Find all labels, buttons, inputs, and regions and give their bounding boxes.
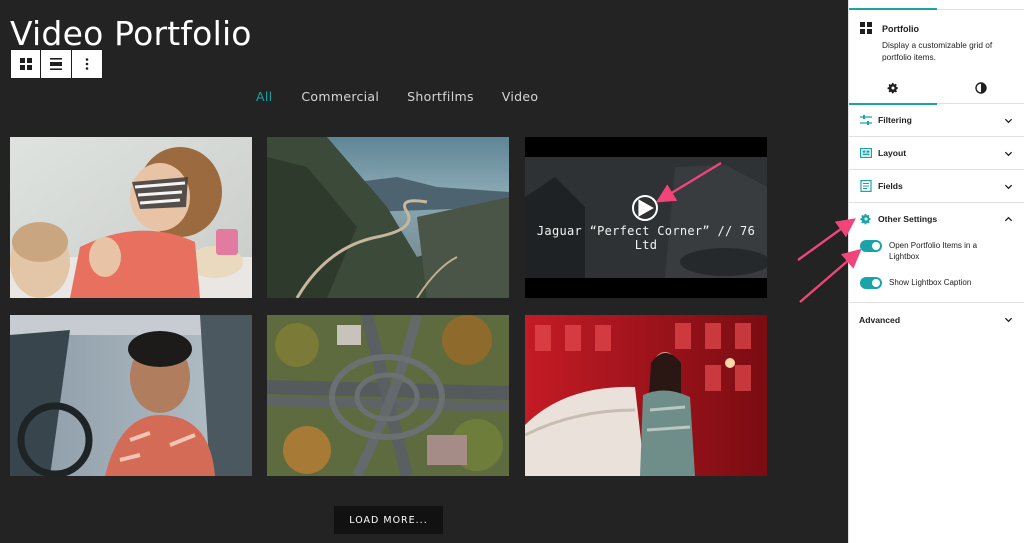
inspector-tabs <box>849 72 1024 105</box>
filter-video[interactable]: Video <box>502 89 539 104</box>
block-toolbar <box>10 49 103 79</box>
filter-commercial[interactable]: Commercial <box>301 89 379 104</box>
panel-other-settings-header[interactable]: Other Settings <box>849 203 1024 235</box>
chevron-down-icon <box>1004 184 1013 190</box>
portfolio-item-video[interactable]: Jaguar “Perfect Corner” // 76 Ltd <box>525 137 767 298</box>
load-more-button[interactable]: LOAD MORE... <box>334 506 443 534</box>
sliders-icon <box>860 115 872 125</box>
block-type-button[interactable] <box>11 50 42 78</box>
panel-filtering[interactable]: Filtering <box>849 104 1024 137</box>
settings-sidebar: Portfolio Display a customizable grid of… <box>848 0 1024 543</box>
panel-advanced[interactable]: Advanced <box>849 303 1024 336</box>
play-icon <box>638 199 654 217</box>
panel-label: Advanced <box>859 314 901 325</box>
portfolio-thumbnail <box>10 137 252 298</box>
chevron-down-icon <box>1004 118 1013 124</box>
page-title[interactable]: Video Portfolio <box>10 14 252 53</box>
filter-shortfilms[interactable]: Shortfilms <box>407 89 474 104</box>
align-button[interactable] <box>41 50 72 78</box>
portfolio-thumbnail <box>267 137 509 298</box>
sidebar-top-tabs <box>849 0 1024 10</box>
portfolio-item-mountain-road[interactable] <box>267 137 509 298</box>
play-button[interactable] <box>632 195 658 221</box>
portfolio-thumbnail <box>525 315 767 476</box>
chevron-down-icon <box>1004 317 1013 323</box>
panel-other-settings: Other Settings Open Portfolio Items in a… <box>849 203 1024 303</box>
layout-icon <box>860 148 872 159</box>
portfolio-thumbnail <box>10 315 252 476</box>
video-title: Jaguar “Perfect Corner” // 76 Ltd <box>536 224 756 252</box>
panel-layout[interactable]: Layout <box>849 137 1024 170</box>
more-options-icon <box>85 58 89 70</box>
chevron-down-icon <box>1004 151 1013 157</box>
filter-all[interactable]: All <box>256 89 272 104</box>
portfolio-item-highway[interactable] <box>267 315 509 476</box>
portfolio-block-icon <box>860 22 872 34</box>
caption-toggle[interactable] <box>860 277 882 289</box>
portfolio-filters: All Commercial Shortfilms Video <box>256 89 566 104</box>
gear-icon <box>887 83 898 94</box>
block-description: Display a customizable grid of portfolio… <box>882 40 993 62</box>
grid-icon <box>19 58 32 70</box>
panel-fields[interactable]: Fields <box>849 170 1024 203</box>
lightbox-toggle[interactable] <box>860 240 882 252</box>
tab-settings[interactable] <box>849 72 937 105</box>
editor-canvas: Video Portfolio All Commercial Shortfilm… <box>0 0 848 543</box>
toggle-knob <box>872 279 880 287</box>
active-tab-indicator <box>849 8 937 10</box>
more-options-button[interactable] <box>72 50 102 78</box>
portfolio-item-red-light[interactable] <box>525 315 767 476</box>
tab-styles[interactable] <box>937 72 1024 104</box>
align-icon <box>50 58 63 70</box>
gear-icon <box>860 214 871 225</box>
contrast-icon <box>975 82 987 94</box>
portfolio-thumbnail <box>267 315 509 476</box>
portfolio-item-man-in-car[interactable] <box>10 315 252 476</box>
portfolio-item-child[interactable] <box>10 137 252 298</box>
panel-label: Filtering <box>878 115 912 125</box>
panel-label: Other Settings <box>878 214 938 224</box>
panel-label: Fields <box>878 181 903 191</box>
toggle-knob <box>872 242 880 250</box>
fields-icon <box>860 180 872 192</box>
chevron-up-icon <box>1004 216 1013 222</box>
lightbox-toggle-label: Open Portfolio Items in a Lightbox <box>889 241 978 261</box>
caption-toggle-label: Show Lightbox Caption <box>889 278 972 287</box>
block-name: Portfolio <box>882 24 919 34</box>
panel-label: Layout <box>878 148 907 158</box>
